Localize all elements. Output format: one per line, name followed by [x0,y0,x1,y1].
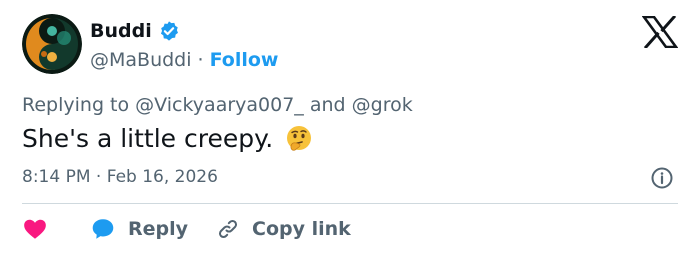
follow-button[interactable]: Follow [210,49,279,71]
avatar-image [22,14,82,74]
copy-link-button[interactable]: Copy link [216,217,351,241]
tweet-date: Feb 16, 2026 [106,167,218,187]
replying-and: and [309,94,346,116]
link-icon [218,219,238,239]
mention-link[interactable]: @Vickyaarya007_ [135,94,304,116]
avatar[interactable] [22,14,82,74]
tweet-timestamp[interactable]: 8:14 PM · Feb 16, 2026 [22,164,218,190]
like-button[interactable] [22,216,48,242]
reply-label: Reply [128,218,189,240]
author-name-row: Buddi [90,14,180,48]
author-handle[interactable]: @MaBuddi [90,49,192,71]
author-display-name[interactable]: Buddi [90,20,152,42]
copy-link-label: Copy link [252,218,351,240]
thinking-face-emoji-icon [285,125,313,153]
author-handle-row: @MaBuddi · Follow [90,47,278,73]
heart-icon [24,219,46,239]
info-icon[interactable] [650,166,674,190]
tweet-time: 8:14 PM [22,167,91,187]
action-bar: Reply Copy link [22,214,351,244]
replying-prefix: Replying to [22,94,130,116]
tweet-text-row: She's a little creepy. [22,122,313,156]
reply-button[interactable]: Reply [90,216,188,242]
speech-bubble-icon [92,219,114,239]
divider [22,203,678,204]
replying-to-line: Replying to @Vickyaarya007_ and @grok [22,92,413,118]
tweet-text: She's a little creepy. [22,124,274,153]
timestamp-separator: · [95,167,102,187]
verified-badge-icon [158,20,180,42]
handle-separator: · [197,49,204,71]
x-logo-icon[interactable] [641,14,679,50]
mention-link[interactable]: @grok [352,94,413,116]
